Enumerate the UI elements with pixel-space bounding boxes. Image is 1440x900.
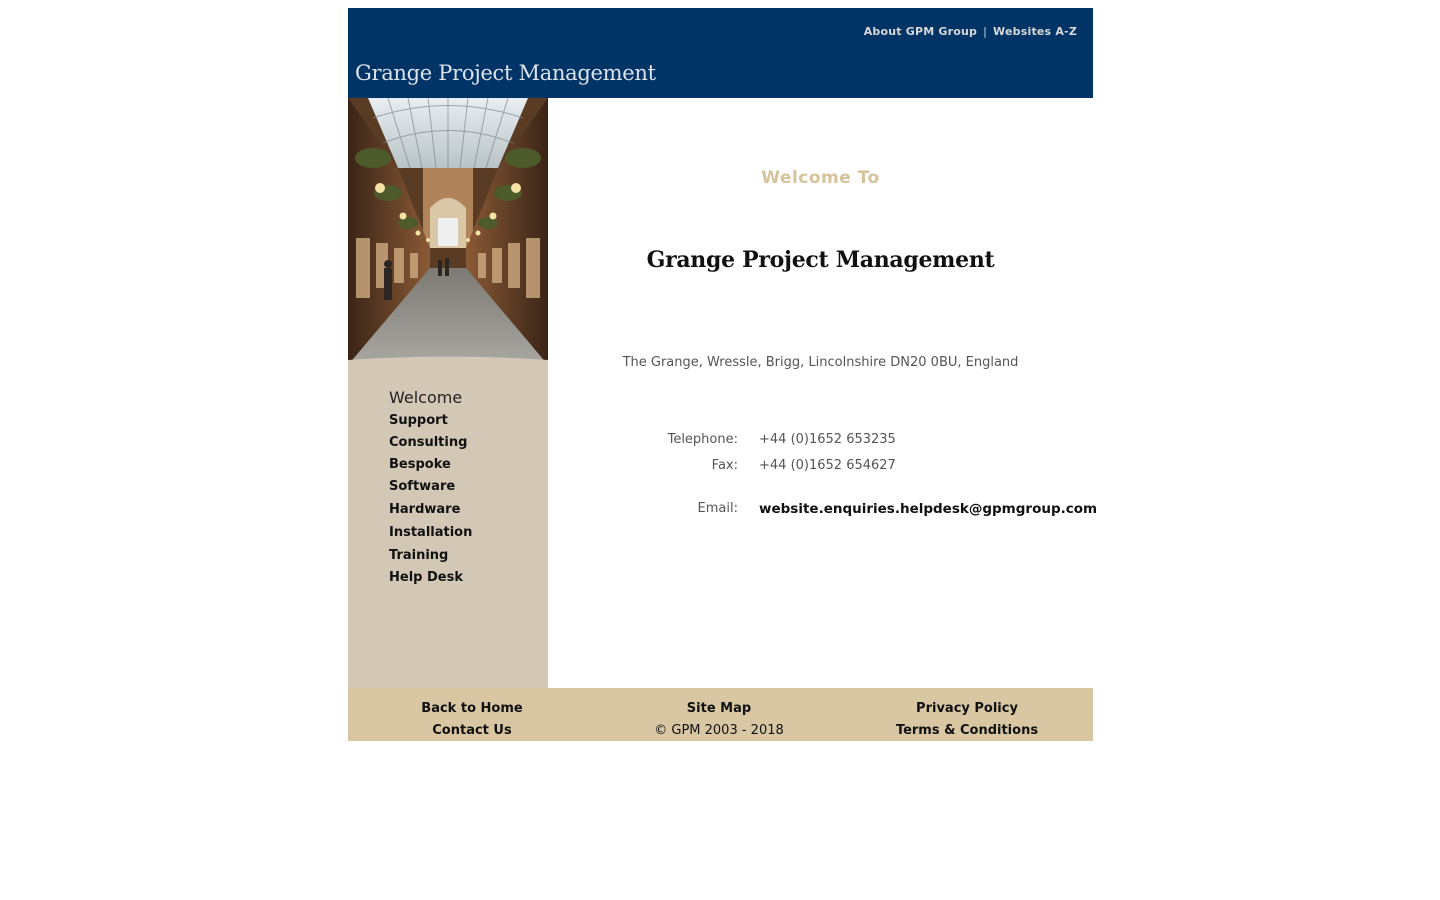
- nav-item-software[interactable]: Software: [389, 476, 472, 498]
- about-gpm-group-link[interactable]: About GPM Group: [864, 25, 977, 38]
- footer-column-sitemap: Site Map © GPM 2003 - 2018: [619, 698, 819, 742]
- nav-item-installation[interactable]: Installation: [389, 521, 472, 544]
- top-links-separator: |: [983, 25, 988, 38]
- site-title: Grange Project Management: [355, 61, 656, 85]
- footer-column-home: Back to Home Contact Us: [372, 698, 572, 742]
- body-row: Welcome Support Consulting Bespoke Softw…: [348, 98, 1097, 688]
- footer-column-legal: Privacy Policy Terms & Conditions: [867, 698, 1067, 742]
- email-link[interactable]: website.enquiries.helpdesk@gpmgroup.com: [759, 501, 1097, 517]
- terms-and-conditions-link[interactable]: Terms & Conditions: [867, 720, 1067, 742]
- company-name-heading: Grange Project Management: [646, 247, 995, 273]
- nav-item-bespoke[interactable]: Bespoke: [389, 454, 472, 476]
- telephone-value: +44 (0)1652 653235: [759, 432, 896, 447]
- shopping-arcade-photo: [348, 98, 548, 365]
- copyright-text: © GPM 2003 - 2018: [654, 723, 784, 738]
- privacy-policy-link[interactable]: Privacy Policy: [867, 698, 1067, 720]
- websites-a-z-link[interactable]: Websites A-Z: [993, 25, 1077, 38]
- fax-value: +44 (0)1652 654627: [759, 458, 896, 473]
- nav-item-welcome[interactable]: Welcome: [389, 386, 472, 410]
- nav-item-training[interactable]: Training: [389, 544, 472, 567]
- email-label: Email:: [697, 501, 738, 516]
- sidebar: Welcome Support Consulting Bespoke Softw…: [348, 98, 548, 688]
- contact-us-link[interactable]: Contact Us: [372, 720, 572, 742]
- site-map-link[interactable]: Site Map: [619, 698, 819, 720]
- nav-item-hardware[interactable]: Hardware: [389, 498, 472, 521]
- welcome-to-heading: Welcome To: [761, 168, 880, 188]
- main-content: Welcome To Grange Project Management The…: [548, 98, 1097, 688]
- site-header: About GPM Group | Websites A-Z Grange Proj…: [348, 8, 1093, 98]
- fax-label: Fax:: [711, 458, 738, 473]
- nav-item-support[interactable]: Support: [389, 410, 472, 432]
- company-address: The Grange, Wressle, Brigg, Lincolnshire…: [622, 355, 1019, 370]
- nav-item-help-desk[interactable]: Help Desk: [389, 567, 472, 589]
- sidebar-nav: Welcome Support Consulting Bespoke Softw…: [389, 386, 472, 589]
- nav-item-consulting[interactable]: Consulting: [389, 432, 472, 454]
- top-links: About GPM Group | Websites A-Z: [864, 25, 1077, 38]
- back-to-home-link[interactable]: Back to Home: [372, 698, 572, 720]
- site-footer: Back to Home Contact Us Site Map © GPM 2…: [348, 688, 1093, 741]
- telephone-label: Telephone:: [667, 432, 738, 447]
- page-container: About GPM Group | Websites A-Z Grange Proj…: [348, 8, 1097, 741]
